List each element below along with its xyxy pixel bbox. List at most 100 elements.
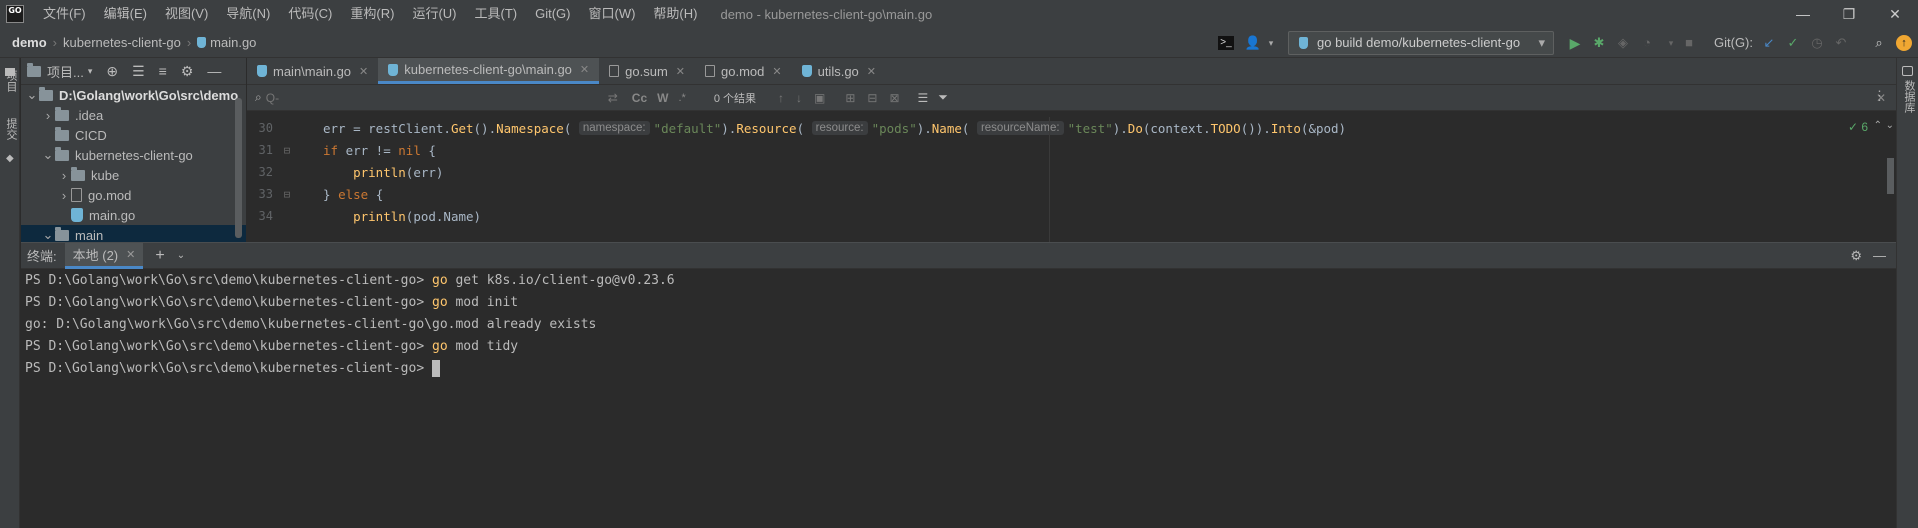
- close-icon[interactable]: ✕: [867, 65, 876, 78]
- menu-item[interactable]: 工具(T): [465, 0, 526, 28]
- editor-scrollbar[interactable]: [1887, 158, 1894, 194]
- git-update-icon[interactable]: ↙: [1760, 34, 1778, 52]
- minimize-button[interactable]: —: [1780, 0, 1826, 28]
- tree-item[interactable]: › go.mod: [21, 185, 246, 205]
- debug-icon[interactable]: ✱: [1590, 34, 1608, 52]
- code-token: ()).: [1240, 120, 1271, 136]
- terminal-line: PS D:\Golang\work\Go\src\demo\kubernetes…: [21, 270, 1896, 292]
- editor-tab[interactable]: go.mod ✕: [695, 58, 792, 84]
- editor-tab[interactable]: go.sum ✕: [599, 58, 695, 84]
- hide-icon[interactable]: —: [207, 63, 221, 79]
- breadcrumb-file[interactable]: main.go: [210, 35, 256, 50]
- close-icon[interactable]: ✕: [580, 63, 589, 76]
- close-icon[interactable]: ✕: [359, 65, 368, 78]
- breadcrumb-folder[interactable]: kubernetes-client-go: [63, 35, 181, 50]
- project-scrollbar[interactable]: [235, 98, 242, 238]
- chevron-down-icon[interactable]: ⌄: [25, 87, 39, 103]
- chevron-down-icon[interactable]: ⌄: [41, 227, 55, 242]
- arrow-up-icon[interactable]: ↑: [778, 91, 784, 105]
- whole-words-toggle[interactable]: W: [657, 91, 668, 105]
- go-file-icon: [197, 37, 207, 48]
- menu-item[interactable]: 运行(U): [403, 0, 465, 28]
- run-icon[interactable]: ▶: [1566, 34, 1584, 52]
- terminal-command: go: [432, 339, 448, 354]
- stop-icon[interactable]: ■: [1680, 34, 1698, 52]
- close-icon[interactable]: ✕: [126, 248, 135, 261]
- update-icon[interactable]: ↑: [1896, 35, 1912, 51]
- tree-item[interactable]: CICD: [21, 125, 246, 145]
- editor-tab[interactable]: kubernetes-client-go\main.go ✕: [378, 58, 600, 84]
- terminal-tab[interactable]: 本地 (2) ✕: [64, 242, 144, 269]
- more-icon[interactable]: ⋮: [1873, 88, 1886, 104]
- chevron-down-icon[interactable]: ▾: [1662, 34, 1680, 52]
- breadcrumb-demo[interactable]: demo: [12, 35, 47, 50]
- history-icon[interactable]: ◷: [1808, 34, 1826, 52]
- close-icon[interactable]: ✕: [772, 65, 781, 78]
- select-all-icon[interactable]: ▣: [814, 91, 825, 105]
- select-all-occurrences-icon[interactable]: ⊠: [889, 91, 899, 105]
- close-button[interactable]: ✕: [1872, 0, 1918, 28]
- terminal-output[interactable]: PS D:\Golang\work\Go\src\demo\kubernetes…: [21, 269, 1896, 528]
- inspections-indicator[interactable]: ✓ 6: [1848, 120, 1868, 134]
- history-icon[interactable]: ⇄: [608, 91, 618, 105]
- menu-item[interactable]: 代码(C): [279, 0, 341, 28]
- search-icon[interactable]: ⌕: [1870, 34, 1888, 52]
- chevron-down-icon[interactable]: ⌄: [1886, 120, 1894, 131]
- profile-icon[interactable]: ◔: [1638, 34, 1656, 52]
- tree-item[interactable]: › .idea: [21, 105, 246, 125]
- chevron-up-icon[interactable]: ⌃: [1874, 120, 1882, 131]
- chevron-down-icon[interactable]: ▾: [88, 66, 93, 77]
- chevron-down-icon[interactable]: ▾: [1262, 34, 1280, 52]
- editor-tab[interactable]: main\main.go ✕: [247, 58, 378, 84]
- run-configuration-select[interactable]: go build demo/kubernetes-client-go ▾: [1288, 31, 1554, 55]
- code-area[interactable]: 30 err = restClient. Get (). Namespace( name…: [247, 117, 1896, 242]
- expand-all-icon[interactable]: ☰: [132, 63, 145, 80]
- menu-item[interactable]: 窗口(W): [579, 0, 644, 28]
- user-icon[interactable]: 👤: [1244, 34, 1262, 52]
- chevron-down-icon[interactable]: ⌄: [41, 147, 55, 163]
- editor-tab[interactable]: utils.go ✕: [792, 58, 886, 84]
- add-tab-icon[interactable]: +: [155, 247, 164, 265]
- rollback-icon[interactable]: ↶: [1832, 34, 1850, 52]
- menu-item[interactable]: Git(G): [526, 0, 579, 28]
- terminal-icon[interactable]: >_: [1218, 36, 1234, 50]
- collapse-all-icon[interactable]: ≡: [159, 63, 167, 79]
- tree-item[interactable]: ⌄ D:\Golang\work\Go\src\demo: [21, 85, 246, 105]
- menu-item[interactable]: 导航(N): [217, 0, 279, 28]
- filter-icon[interactable]: ⏷: [938, 90, 948, 105]
- tree-item[interactable]: ⌄ main: [21, 225, 246, 242]
- menu-item[interactable]: 文件(F): [34, 0, 95, 28]
- menu-item[interactable]: 重构(R): [341, 0, 403, 28]
- find-input[interactable]: [265, 90, 606, 105]
- regex-toggle[interactable]: .*: [678, 92, 685, 104]
- database-tool-tab[interactable]: 数据库: [1901, 80, 1917, 113]
- tree-item[interactable]: main.go: [21, 205, 246, 225]
- menu-item[interactable]: 视图(V): [156, 0, 217, 28]
- remove-selection-icon[interactable]: ⊟: [867, 91, 877, 105]
- gear-icon[interactable]: ⚙: [1850, 248, 1862, 264]
- editor-tab-label: main\main.go: [273, 63, 352, 79]
- menu-item[interactable]: 帮助(H): [644, 0, 706, 28]
- project-tool-tab[interactable]: 项目: [3, 70, 19, 92]
- project-view-select[interactable]: 项目...: [47, 62, 84, 81]
- coverage-icon[interactable]: ◈: [1614, 34, 1632, 52]
- chevron-right-icon[interactable]: ›: [57, 188, 71, 203]
- commit-tool-tab[interactable]: 提交: [3, 118, 19, 140]
- filter-lines-icon[interactable]: ☰: [918, 91, 929, 105]
- chevron-right-icon[interactable]: ›: [57, 168, 71, 183]
- restore-button[interactable]: ❐: [1826, 0, 1872, 28]
- locate-icon[interactable]: ⊕: [106, 63, 118, 80]
- hide-icon[interactable]: —: [1873, 248, 1886, 263]
- add-selection-icon[interactable]: ⊞: [845, 91, 855, 105]
- chevron-right-icon[interactable]: ›: [41, 108, 55, 123]
- tree-item[interactable]: ⌄ kubernetes-client-go: [21, 145, 246, 165]
- close-icon[interactable]: ✕: [676, 65, 685, 78]
- code-token: ).: [916, 120, 932, 136]
- chevron-down-icon[interactable]: ⌄: [177, 250, 185, 261]
- gear-icon[interactable]: ⚙: [181, 63, 194, 80]
- git-commit-icon[interactable]: ✓: [1784, 34, 1802, 52]
- tree-item[interactable]: › kube: [21, 165, 246, 185]
- arrow-down-icon[interactable]: ↓: [796, 91, 802, 105]
- match-case-toggle[interactable]: Cc: [632, 91, 647, 105]
- menu-item[interactable]: 编辑(E): [95, 0, 156, 28]
